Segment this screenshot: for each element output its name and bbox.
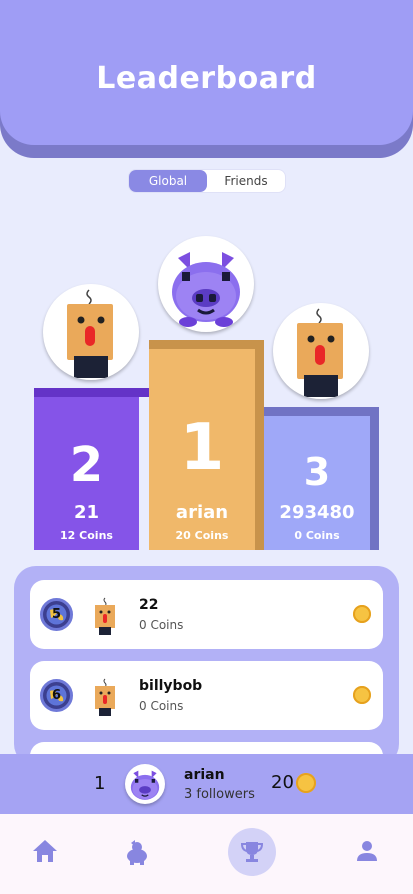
purple-pig-icon — [130, 770, 160, 800]
coin-icon — [353, 605, 371, 623]
current-user-coins: 20 — [271, 772, 294, 793]
podium-first-coins: 20 Coins — [175, 529, 229, 542]
rank-badge: 6 — [40, 679, 73, 712]
pig-icon — [127, 840, 147, 865]
nav-leaderboard[interactable] — [228, 828, 276, 876]
coin-icon — [296, 773, 316, 793]
current-user-followers: 3 followers — [184, 787, 255, 802]
nav-pig[interactable] — [120, 834, 154, 868]
current-user-avatar — [125, 764, 165, 804]
list-item[interactable]: 6 billybob 0 Coins — [30, 661, 383, 730]
home-icon — [33, 840, 57, 862]
podium-first-name: arian — [175, 502, 229, 523]
podium-second-name: 21 — [73, 502, 100, 523]
orange-box-icon — [95, 678, 115, 716]
leaderboard-list[interactable]: 5 22 0 Coins 6 billybob 0 Coins — [14, 566, 399, 766]
current-user-bar[interactable]: 1 arian 3 followers 20 — [0, 754, 413, 814]
podium-third-name: 293480 — [279, 502, 355, 523]
list-item-coins: 0 Coins — [139, 699, 184, 713]
orange-box-icon — [95, 597, 115, 635]
rank-number: 5 — [51, 607, 62, 622]
podium-third-coins: 0 Coins — [294, 529, 340, 542]
podium-first-rank: 1 — [179, 411, 225, 485]
current-user-rank: 1 — [94, 773, 106, 794]
podium-second-rank: 2 — [69, 437, 104, 493]
bottom-nav — [0, 814, 413, 894]
podium-second-coins: 12 Coins — [60, 529, 113, 542]
nav-profile[interactable] — [350, 834, 384, 868]
list-item-name: billybob — [139, 678, 203, 694]
coin-icon — [353, 686, 371, 704]
rank-badge: 5 — [40, 598, 73, 631]
podium-third-rank: 3 — [303, 450, 331, 494]
podium-first: 1 arian 20 Coins — [149, 349, 255, 550]
current-user-name: arian — [184, 767, 225, 783]
list-item-name: 22 — [139, 597, 159, 613]
list-item[interactable]: 5 22 0 Coins — [30, 580, 383, 649]
list-item-coins: 0 Coins — [139, 618, 184, 632]
nav-home[interactable] — [28, 834, 62, 868]
profile-icon — [357, 841, 377, 861]
podium-third: 3 293480 0 Coins — [264, 416, 370, 550]
trophy-icon — [240, 842, 264, 862]
podium-second: 2 21 12 Coins — [34, 397, 139, 550]
rank-number: 6 — [51, 688, 62, 703]
